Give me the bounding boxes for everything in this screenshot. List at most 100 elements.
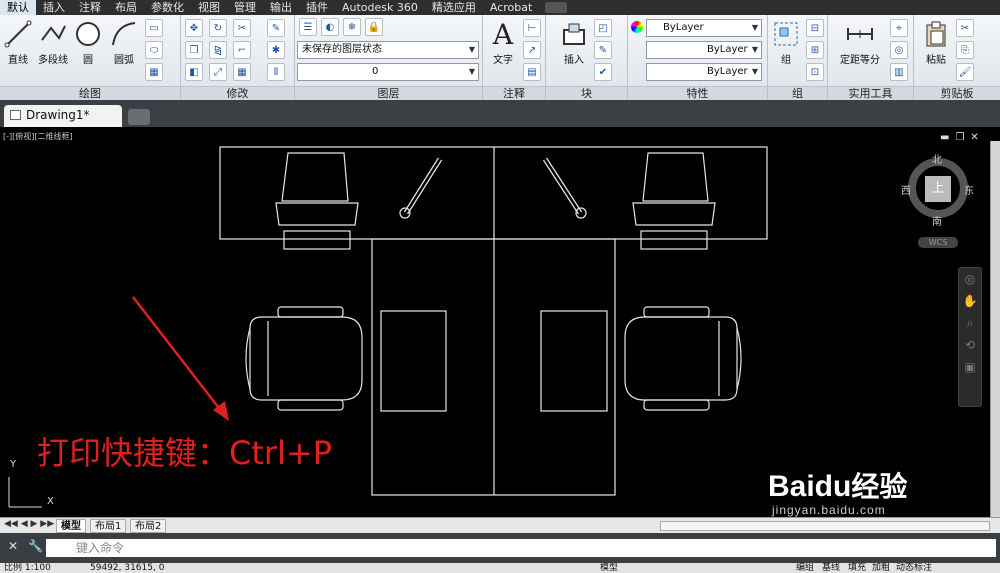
status-toggle-c[interactable]: 填充 bbox=[848, 563, 866, 573]
status-toggle-a[interactable]: 编组 bbox=[796, 563, 814, 573]
layer-off-icon[interactable]: ◐ bbox=[321, 18, 339, 36]
new-tab-button[interactable] bbox=[128, 109, 150, 125]
trim-icon[interactable]: ✂ bbox=[233, 19, 251, 37]
copy-icon[interactable]: ❐ bbox=[185, 41, 203, 59]
hatch-icon[interactable]: ▦ bbox=[145, 63, 163, 81]
horizontal-scrollbar[interactable] bbox=[660, 521, 990, 531]
viewcube-top-face[interactable]: 上 bbox=[925, 176, 951, 202]
ungroup-icon[interactable]: ⊟ bbox=[806, 19, 824, 37]
steering-wheel-icon[interactable]: ◎ bbox=[959, 268, 981, 290]
showmotion-icon[interactable]: ▣ bbox=[959, 356, 981, 378]
layout-nav-first-icon[interactable]: ◀◀ ◀ ▶ ▶▶ bbox=[4, 519, 54, 529]
layer-state-dropdown[interactable]: 未保存的图层状态 ▼ bbox=[297, 41, 479, 59]
move-icon[interactable]: ✥ bbox=[185, 19, 203, 37]
group-edit-icon[interactable]: ⊞ bbox=[806, 41, 824, 59]
layer-dropdown[interactable]: 0 ▼ bbox=[297, 63, 479, 81]
clipboard-panel-title[interactable]: 剪贴板 bbox=[914, 86, 1000, 100]
scale-readout[interactable]: 比例 1:100 bbox=[4, 563, 51, 573]
group-tool[interactable]: 组 bbox=[768, 19, 804, 66]
create-block-icon[interactable]: ◰ bbox=[594, 19, 612, 37]
groups-panel-title[interactable]: 组 bbox=[768, 86, 827, 100]
status-toggle-d[interactable]: 加粗 bbox=[872, 563, 890, 573]
cut-icon[interactable]: ✂ bbox=[956, 19, 974, 37]
match-properties-icon[interactable]: 🖌 bbox=[956, 63, 974, 81]
menu-tab-7[interactable]: 输出 bbox=[263, 0, 299, 15]
menu-tab-4[interactable]: 参数化 bbox=[144, 0, 191, 15]
model-toggle[interactable]: 模型 bbox=[600, 563, 618, 573]
linetype-dropdown[interactable]: ByLayer ▼ bbox=[646, 41, 762, 59]
properties-panel-title[interactable]: 特性 bbox=[628, 86, 767, 100]
layer-lock-icon[interactable]: 🔒 bbox=[365, 18, 383, 36]
mirror-icon[interactable]: ⧎ bbox=[209, 41, 227, 59]
explode-icon[interactable]: ✱ bbox=[267, 41, 285, 59]
close-icon[interactable]: ✕ bbox=[970, 132, 984, 143]
vertical-scrollbar[interactable] bbox=[990, 141, 1000, 517]
array-icon[interactable]: ▦ bbox=[233, 63, 251, 81]
utilities-panel-title[interactable]: 实用工具 bbox=[828, 86, 913, 100]
menu-tab-8[interactable]: 插件 bbox=[299, 0, 335, 15]
menu-extra-icon[interactable] bbox=[545, 2, 568, 13]
menu-tab-6[interactable]: 管理 bbox=[227, 0, 263, 15]
block-panel-title[interactable]: 块 bbox=[546, 86, 627, 100]
id-point-icon[interactable]: ◎ bbox=[890, 41, 908, 59]
drawing-canvas[interactable]: [-][俯视][二维线框] 打印快捷键：Ctrl+P Y X ▬❐✕ 上 北 南… bbox=[0, 127, 1000, 517]
lineweight-dropdown[interactable]: ByLayer ▼ bbox=[646, 63, 762, 81]
menu-tab-0[interactable]: 默认 bbox=[0, 0, 36, 15]
pan-icon[interactable]: ✋ bbox=[959, 290, 981, 312]
polyline-tool[interactable]: 多段线 bbox=[34, 19, 72, 66]
line-tool[interactable]: 直线 bbox=[0, 19, 36, 66]
edit-block-icon[interactable]: ✎ bbox=[594, 41, 612, 59]
circle-tool[interactable]: 圆 bbox=[70, 19, 106, 66]
draw-panel-title[interactable]: 绘图 bbox=[0, 86, 180, 100]
copy-clip-icon[interactable]: ⎘ bbox=[956, 41, 974, 59]
layers-panel-title[interactable]: 图层 bbox=[295, 86, 482, 100]
modify-panel-title[interactable]: 修改 bbox=[181, 86, 294, 100]
leader-icon[interactable]: ↗ bbox=[523, 41, 541, 59]
menu-tab-10[interactable]: 精选应用 bbox=[425, 0, 483, 15]
scale-icon[interactable]: ⤢ bbox=[209, 63, 227, 81]
fillet-icon[interactable]: ⌐ bbox=[233, 41, 251, 59]
wcs-menu[interactable]: WCS bbox=[918, 237, 958, 248]
offset-icon[interactable]: ⫴ bbox=[267, 63, 285, 81]
restore-icon[interactable]: ❐ bbox=[955, 132, 970, 143]
group-select-icon[interactable]: ⊡ bbox=[806, 63, 824, 81]
minimize-icon[interactable]: ▬ bbox=[940, 132, 955, 143]
insert-tool[interactable]: 插入 bbox=[556, 19, 592, 66]
command-input[interactable]: 键入命令 bbox=[46, 539, 996, 557]
viewcube[interactable]: 上 北 南 东 西 bbox=[901, 153, 974, 228]
menu-tab-1[interactable]: 插入 bbox=[36, 0, 72, 15]
rectangle-icon[interactable]: ▭ bbox=[145, 19, 163, 37]
menu-tab-9[interactable]: Autodesk 360 bbox=[335, 0, 425, 15]
status-toggle-e[interactable]: 动态标注 bbox=[896, 563, 932, 573]
color-dropdown[interactable]: ByLayer ▼ bbox=[646, 19, 762, 37]
tab-model[interactable]: 模型 bbox=[56, 519, 86, 533]
orbit-icon[interactable]: ⟲ bbox=[959, 334, 981, 356]
quick-select-icon[interactable]: ⌖ bbox=[890, 19, 908, 37]
paste-tool[interactable]: 粘贴 bbox=[918, 19, 954, 66]
status-toggle-b[interactable]: 基线 bbox=[822, 563, 840, 573]
menu-tab-11[interactable]: Acrobat bbox=[483, 0, 539, 15]
stretch-icon[interactable]: ◧ bbox=[185, 63, 203, 81]
annotation-panel-title[interactable]: 注释 bbox=[483, 86, 545, 100]
erase-icon[interactable]: ✎ bbox=[267, 19, 285, 37]
ellipse-icon[interactable]: ⬭ bbox=[145, 41, 163, 59]
text-tool[interactable]: A 文字 bbox=[485, 18, 521, 67]
menu-tab-2[interactable]: 注释 bbox=[72, 0, 108, 15]
layer-freeze-icon[interactable]: ❄ bbox=[343, 18, 361, 36]
rotate-icon[interactable]: ↻ bbox=[209, 19, 227, 37]
tab-layout1[interactable]: 布局1 bbox=[90, 519, 127, 533]
measure-tool[interactable]: 定距等分 bbox=[832, 19, 888, 66]
attribute-icon[interactable]: ✔ bbox=[594, 63, 612, 81]
arc-tool[interactable]: 圆弧 bbox=[106, 19, 142, 66]
menu-tab-5[interactable]: 视图 bbox=[191, 0, 227, 15]
command-close-icon[interactable]: ✕ bbox=[8, 539, 18, 553]
menu-tab-3[interactable]: 布局 bbox=[108, 0, 144, 15]
layer-properties-icon[interactable]: ☰ bbox=[299, 18, 317, 36]
command-settings-icon[interactable]: 🔧 bbox=[28, 539, 43, 553]
table-icon[interactable]: ▤ bbox=[523, 63, 541, 81]
dimension-icon[interactable]: ⊢ bbox=[523, 19, 541, 37]
calculator-icon[interactable]: ▥ bbox=[890, 63, 908, 81]
zoom-icon[interactable]: ⌕ bbox=[959, 312, 981, 334]
document-tab[interactable]: Drawing1* bbox=[4, 105, 122, 127]
tab-layout2[interactable]: 布局2 bbox=[130, 519, 167, 533]
